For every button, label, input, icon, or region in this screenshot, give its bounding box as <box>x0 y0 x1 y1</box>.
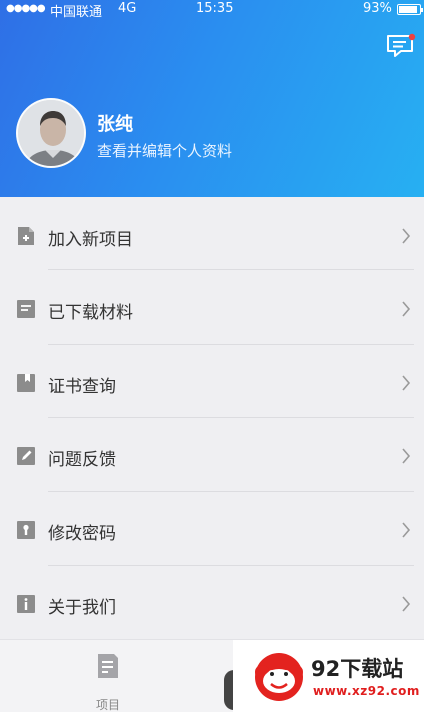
site-watermark: 92下载站 www.xz92.com <box>233 640 424 712</box>
menu-item-label: 关于我们 <box>48 598 116 618</box>
divider <box>48 269 414 270</box>
chevron-right-icon <box>402 375 411 391</box>
divider <box>48 491 414 492</box>
chevron-right-icon <box>402 228 411 244</box>
menu-item-about-us[interactable]: 关于我们 <box>0 567 424 641</box>
menu-item-label: 修改密码 <box>48 524 116 544</box>
monkey-logo-icon <box>255 653 303 701</box>
chat-message-icon[interactable] <box>386 33 416 59</box>
watermark-title: 92下载站 <box>311 657 404 681</box>
network-type: 4G <box>118 1 137 16</box>
tab-label: 项目 <box>95 698 120 712</box>
chevron-right-icon <box>402 596 411 612</box>
battery-percentage: 93% <box>363 1 392 16</box>
status-time: 15:35 <box>196 1 234 16</box>
chevron-right-icon <box>402 448 411 464</box>
settings-menu: 加入新项目 已下载材料 证书查询 问题反馈 修改密码 关于我们 <box>0 197 424 639</box>
menu-item-label: 问题反馈 <box>48 450 116 470</box>
lock-icon <box>17 521 35 539</box>
menu-item-join-project[interactable]: 加入新项目 <box>0 199 424 273</box>
document-icon <box>17 300 35 318</box>
menu-item-label: 证书查询 <box>48 377 116 397</box>
person-avatar-icon <box>18 100 84 166</box>
menu-item-label: 已下载材料 <box>48 303 133 323</box>
bookmark-icon <box>17 374 35 392</box>
edit-profile-link[interactable]: 查看并编辑个人资料 <box>97 140 232 161</box>
status-bar: ●●●●● 中国联通 4G 15:35 93% <box>0 0 424 20</box>
menu-item-label: 加入新项目 <box>48 230 133 250</box>
menu-item-certificate-query[interactable]: 证书查询 <box>0 346 424 420</box>
chevron-right-icon <box>402 522 411 538</box>
info-icon <box>17 595 35 613</box>
menu-item-feedback[interactable]: 问题反馈 <box>0 419 424 493</box>
carrier-name: 中国联通 <box>50 5 103 20</box>
project-tab-icon <box>98 654 118 678</box>
menu-item-change-password[interactable]: 修改密码 <box>0 493 424 567</box>
user-name: 张纯 <box>97 114 133 135</box>
chevron-right-icon <box>402 301 411 317</box>
battery-icon <box>397 4 423 15</box>
watermark-url: www.xz92.com <box>313 684 420 698</box>
profile-header: ●●●●● 中国联通 4G 15:35 93% 张纯 查看并编辑个人资料 <box>0 0 424 198</box>
edit-icon <box>17 447 35 465</box>
avatar[interactable] <box>16 98 86 168</box>
add-document-icon <box>18 227 34 245</box>
divider <box>48 344 414 345</box>
divider <box>48 417 414 418</box>
signal-strength-icon: ●●●●● <box>6 3 46 14</box>
divider <box>48 565 414 566</box>
menu-item-downloaded-materials[interactable]: 已下载材料 <box>0 272 424 346</box>
tab-project[interactable]: 项目 <box>88 652 128 712</box>
